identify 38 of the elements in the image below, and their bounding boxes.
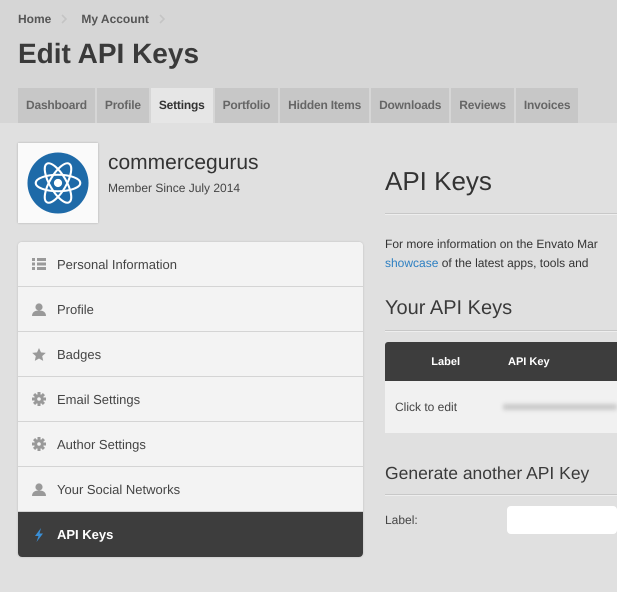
sidebar-item[interactable]: Email Settings — [18, 377, 363, 422]
gear-icon — [32, 392, 46, 406]
nav-tab[interactable]: Dashboard — [18, 88, 95, 123]
gear-icon — [32, 437, 46, 451]
atom-logo-icon — [18, 143, 98, 223]
subsection-heading: Generate another API Key — [385, 463, 590, 484]
section-heading: API Keys — [385, 166, 493, 197]
sidebar-item[interactable]: API Keys — [18, 512, 363, 557]
column-header: API Key — [508, 356, 550, 368]
table-cell[interactable]: Click to edit — [385, 400, 503, 414]
nav-tab[interactable]: Profile — [96, 88, 149, 123]
intro-text: For more information on the Envato Mar showcase of the latest apps, tools and — [385, 236, 599, 272]
label-input-field[interactable] — [507, 506, 617, 534]
sidebar-item[interactable]: Your Social Networks — [18, 467, 363, 512]
nav-tab[interactable]: Reviews — [451, 88, 514, 123]
sidebar-item[interactable]: Author Settings — [18, 422, 363, 467]
member-since-text: Member Since July 2014 — [108, 181, 242, 195]
nav-tab[interactable]: Invoices — [516, 88, 578, 123]
breadcrumb-link[interactable]: My Account — [81, 12, 149, 26]
sidebar-item[interactable]: Badges — [18, 332, 363, 377]
user-icon — [32, 302, 46, 316]
sidebar-item[interactable]: Personal Information — [18, 242, 363, 287]
star-icon — [32, 348, 46, 360]
lightning-icon — [32, 528, 46, 542]
sidebar-item[interactable]: Profile — [18, 287, 363, 332]
column-header: Label — [430, 356, 460, 368]
page-title: Edit API Keys — [18, 38, 200, 70]
nav-tab[interactable]: Downloads — [371, 88, 450, 123]
username: commercegurus — [108, 151, 259, 175]
field-label: Label: — [385, 513, 419, 527]
user-icon — [32, 482, 46, 496]
showcase-link[interactable]: showcase — [385, 256, 438, 270]
list-icon — [32, 258, 46, 270]
breadcrumb-link[interactable]: Home — [18, 12, 52, 26]
nav-tab[interactable]: Portfolio — [214, 88, 278, 123]
nav-tab[interactable]: Settings — [150, 88, 213, 123]
subsection-heading: Your API Keys — [385, 297, 514, 320]
nav-tab[interactable]: Hidden Items — [280, 88, 370, 123]
